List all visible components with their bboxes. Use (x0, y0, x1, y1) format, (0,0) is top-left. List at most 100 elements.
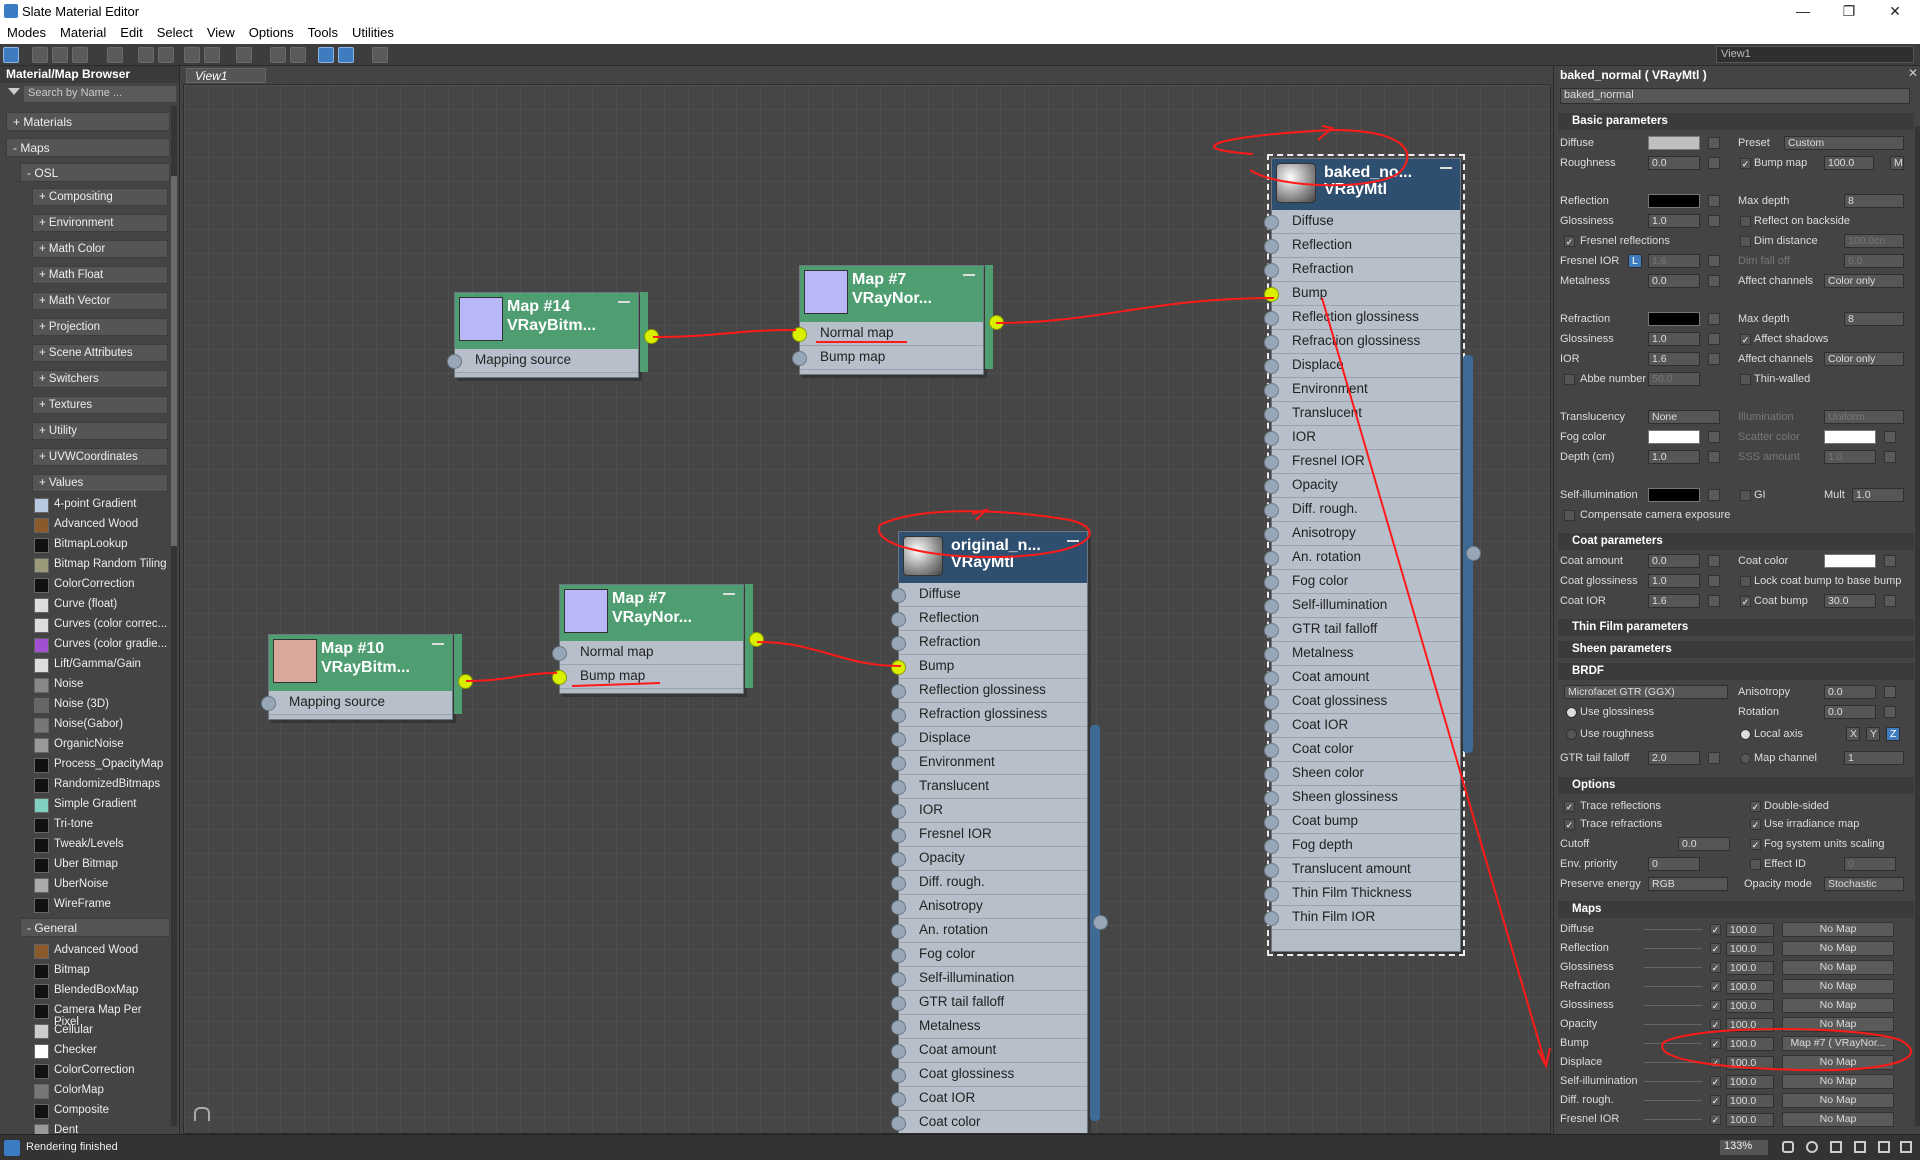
coat-bump-spinner[interactable]: 30.0 (1824, 594, 1876, 608)
map-amount-spinner[interactable]: 100.0 (1726, 942, 1774, 956)
input-socket-icon[interactable] (1264, 551, 1279, 566)
slot-bump-map[interactable]: Bump map (552, 665, 743, 689)
diffuse-map-button[interactable] (1708, 137, 1720, 149)
input-socket-icon[interactable] (891, 756, 906, 771)
input-socket-icon[interactable] (891, 588, 906, 603)
browser-map-item[interactable]: Bitmap Random Tiling (32, 556, 168, 574)
show-map-icon[interactable] (184, 47, 200, 63)
browser-group-uvwcoordinates[interactable]: + UVWCoordinates (32, 448, 168, 466)
input-socket-icon[interactable] (1264, 791, 1279, 806)
diffuse-color-swatch[interactable] (1648, 136, 1700, 150)
map-slot-button[interactable]: Map #7 ( VRayNor... (1782, 1036, 1894, 1051)
slot-an-rotation[interactable]: An. rotation (1264, 546, 1460, 570)
coat-color-map-button[interactable] (1884, 555, 1896, 567)
refraction-glossiness-spinner[interactable]: 1.0 (1648, 332, 1700, 346)
brdf-type-dropdown[interactable]: Microfacet GTR (GGX) (1564, 685, 1728, 699)
slot-coat-glossiness[interactable]: Coat glossiness (1264, 690, 1460, 714)
axis-y-button[interactable]: Y (1866, 727, 1880, 741)
map-amount-spinner[interactable]: 100.0 (1726, 1056, 1774, 1070)
browser-map-item[interactable]: Simple Gradient (32, 796, 168, 814)
input-socket-icon[interactable] (1264, 815, 1279, 830)
coat-glossiness-spinner[interactable]: 1.0 (1648, 574, 1700, 588)
slot-fog-color[interactable]: Fog color (891, 943, 1087, 967)
map-amount-spinner[interactable]: 100.0 (1726, 1075, 1774, 1089)
sss-map-button[interactable] (1884, 451, 1896, 463)
input-socket-icon[interactable] (1264, 719, 1279, 734)
node-collapse-icon[interactable] (963, 274, 975, 276)
slot-opacity[interactable]: Opacity (891, 847, 1087, 871)
browser-map-item[interactable]: Uber Bitmap (32, 856, 168, 874)
slot-metalness[interactable]: Metalness (1264, 642, 1460, 666)
slot-gtr-tail-falloff[interactable]: GTR tail falloff (891, 991, 1087, 1015)
browser-map-item[interactable]: Advanced Wood (32, 942, 168, 960)
browser-scrollbar[interactable] (171, 106, 177, 1126)
show-background-icon[interactable] (204, 47, 220, 63)
browser-map-item[interactable]: Cellular (32, 1022, 168, 1040)
browser-group-utility[interactable]: + Utility (32, 422, 168, 440)
map-enable-checkbox[interactable]: ✓ (1710, 1019, 1721, 1030)
refraction-max-depth-spinner[interactable]: 8 (1844, 312, 1904, 326)
slot-bump[interactable]: Bump (891, 655, 1087, 679)
roughness-spinner[interactable]: 0.0 (1648, 156, 1700, 170)
browser-section-general[interactable]: - General (20, 918, 170, 937)
input-socket-icon[interactable] (891, 1092, 906, 1107)
map-slot-button[interactable]: No Map (1782, 922, 1894, 937)
node-map10[interactable]: Map #10 VRayBitm... Mapping source (261, 634, 453, 720)
slot-sheen-glossiness[interactable]: Sheen glossiness (1264, 786, 1460, 810)
fog-depth-map-button[interactable] (1708, 451, 1720, 463)
material-name-field[interactable]: baked_normal (1560, 88, 1910, 104)
input-socket-icon[interactable] (1264, 455, 1279, 470)
slot-coat-amount[interactable]: Coat amount (891, 1039, 1087, 1063)
browser-map-item[interactable]: Tweak/Levels (32, 836, 168, 854)
browser-map-item[interactable]: ColorMap (32, 1082, 168, 1100)
fog-depth-spinner[interactable]: 1.0 (1648, 450, 1700, 464)
slot-diff-rough[interactable]: Diff. rough. (891, 871, 1087, 895)
output-socket-icon[interactable] (989, 315, 1004, 330)
input-socket-icon[interactable] (891, 1044, 906, 1059)
cutoff-spinner[interactable]: 0.0 (1678, 837, 1730, 851)
output-socket-icon[interactable] (1093, 915, 1108, 930)
slot-normal-map[interactable]: Normal map (552, 641, 743, 665)
map-enable-checkbox[interactable]: ✓ (1710, 1114, 1721, 1125)
browser-section-maps[interactable]: - Maps (6, 138, 170, 157)
browser-group-math-vector[interactable]: + Math Vector (32, 292, 168, 310)
reflection-color-swatch[interactable] (1648, 194, 1700, 208)
input-socket-icon[interactable] (1264, 263, 1279, 278)
input-socket-icon[interactable] (1264, 767, 1279, 782)
sss-amount-spinner[interactable]: 1.0 (1824, 450, 1876, 464)
gtr-map-button[interactable] (1708, 752, 1720, 764)
input-socket-icon[interactable] (1264, 743, 1279, 758)
use-roughness-radio[interactable] (1566, 729, 1577, 740)
dim-distance-spinner[interactable]: 100.0cn (1844, 234, 1904, 248)
illumination-dropdown[interactable]: Uniform (1824, 410, 1904, 424)
menu-modes[interactable]: Modes (0, 24, 53, 42)
input-socket-icon[interactable] (792, 327, 807, 342)
slot-environment[interactable]: Environment (891, 751, 1087, 775)
map-enable-checkbox[interactable]: ✓ (1710, 1057, 1721, 1068)
reflection-glossiness-spinner[interactable]: 1.0 (1648, 214, 1700, 228)
slot-fog-depth[interactable]: Fog depth (1264, 834, 1460, 858)
fresnel-ior-map-button[interactable] (1708, 255, 1720, 267)
input-socket-icon[interactable] (1264, 215, 1279, 230)
abbe-checkbox[interactable] (1564, 374, 1575, 385)
input-socket-icon[interactable] (891, 996, 906, 1011)
browser-options-icon[interactable] (8, 88, 20, 95)
slot-coat-ior[interactable]: Coat IOR (1264, 714, 1460, 738)
input-socket-icon[interactable] (552, 646, 567, 661)
map-enable-checkbox[interactable]: ✓ (1710, 943, 1721, 954)
input-socket-icon[interactable] (1264, 647, 1279, 662)
map-enable-checkbox[interactable]: ✓ (1710, 981, 1721, 992)
browser-search-input[interactable]: Search by Name ... (24, 86, 176, 102)
input-socket-icon[interactable] (1264, 911, 1279, 926)
slot-anisotropy[interactable]: Anisotropy (891, 895, 1087, 919)
browser-map-item[interactable]: Curves (color gradie... (32, 636, 168, 654)
coat-ior-map-button[interactable] (1708, 595, 1720, 607)
input-socket-icon[interactable] (552, 670, 567, 685)
node-collapse-icon[interactable] (723, 593, 735, 595)
pan-to-selected-icon[interactable] (1900, 1141, 1912, 1153)
input-socket-icon[interactable] (891, 1020, 906, 1035)
slot-displace[interactable]: Displace (891, 727, 1087, 751)
browser-group-switchers[interactable]: + Switchers (32, 370, 168, 388)
slot-mapping-source[interactable]: Mapping source (447, 349, 638, 373)
node-collapse-icon[interactable] (618, 301, 630, 303)
